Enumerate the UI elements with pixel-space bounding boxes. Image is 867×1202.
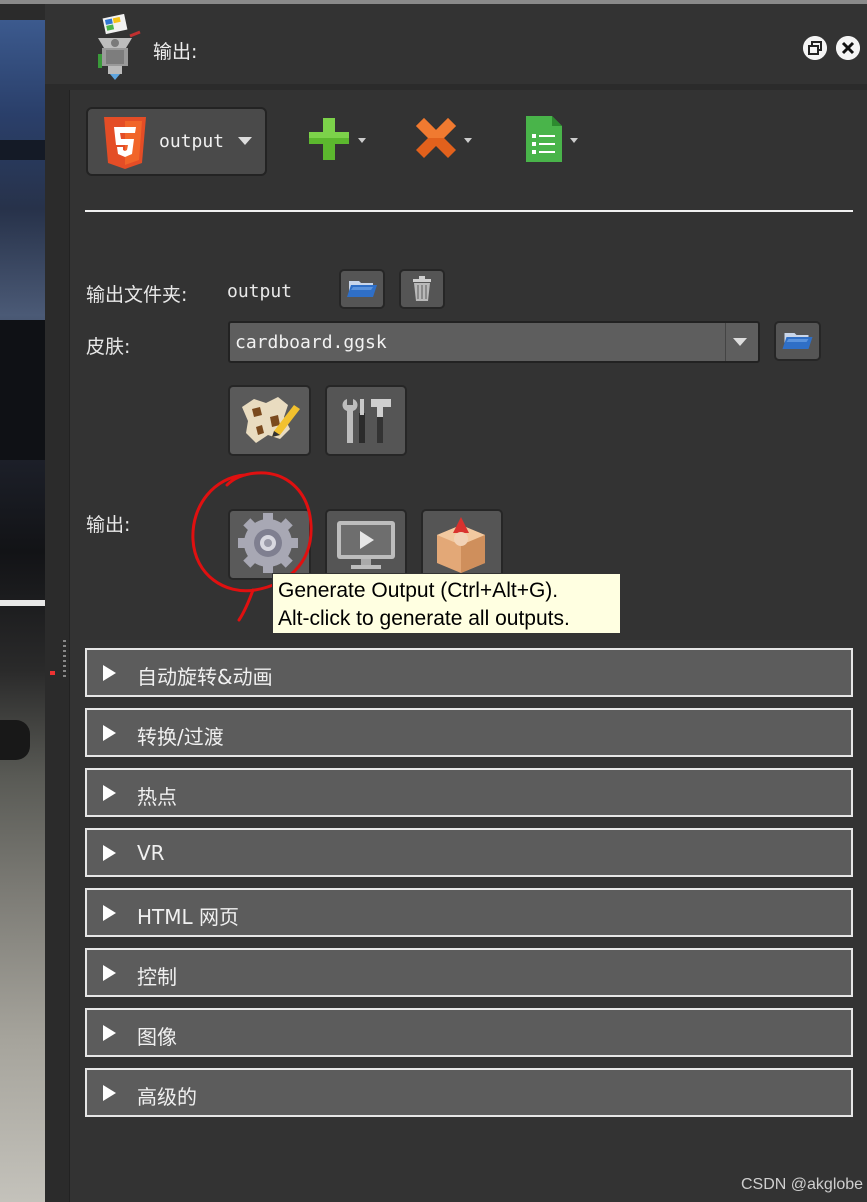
close-window-icon[interactable] bbox=[836, 36, 860, 60]
html5-icon bbox=[104, 117, 146, 169]
section-label: 自动旋转&动画 bbox=[137, 665, 273, 689]
open-skin-editor-button[interactable] bbox=[228, 385, 311, 456]
browse-skin-button[interactable] bbox=[774, 321, 821, 361]
package-box-icon bbox=[437, 517, 485, 573]
section-label: 高级的 bbox=[137, 1085, 197, 1109]
remove-output-button[interactable] bbox=[412, 116, 474, 164]
output-format-label: output bbox=[159, 131, 225, 152]
monitor-play-icon bbox=[337, 521, 395, 569]
output-folder-value: output bbox=[227, 281, 293, 302]
section-hotspots[interactable]: 热点 bbox=[85, 768, 853, 817]
section-controls[interactable]: 控制 bbox=[85, 948, 853, 997]
add-output-button[interactable] bbox=[306, 116, 368, 164]
tooltip-line-1: Generate Output (Ctrl+Alt+G). bbox=[278, 579, 559, 602]
section-vr[interactable]: VR bbox=[85, 828, 853, 877]
toolbar-divider bbox=[85, 210, 853, 212]
folder-open-icon bbox=[782, 333, 813, 349]
splitter-marker bbox=[50, 671, 55, 675]
section-label: 图像 bbox=[137, 1025, 177, 1049]
section-label: 转换/过渡 bbox=[137, 725, 224, 749]
expand-arrow-icon bbox=[103, 965, 116, 981]
output-logo-icon bbox=[98, 14, 141, 80]
tooltip-line-2: Alt-click to generate all outputs. bbox=[278, 607, 570, 630]
expand-arrow-icon bbox=[103, 1025, 116, 1041]
folder-open-icon bbox=[347, 281, 377, 297]
section-advanced[interactable]: 高级的 bbox=[85, 1068, 853, 1117]
section-label: VR bbox=[137, 841, 165, 865]
skin-tools-button[interactable] bbox=[325, 385, 407, 456]
section-label: 热点 bbox=[137, 785, 177, 809]
skin-editor-icon bbox=[242, 397, 300, 443]
panorama-viewport-background bbox=[0, 20, 45, 1202]
chevron-down-icon bbox=[238, 137, 252, 145]
expand-arrow-icon bbox=[103, 905, 116, 921]
skin-label: 皮肤: bbox=[86, 336, 131, 358]
generate-output-tooltip: Generate Output (Ctrl+Alt+G). Alt-click … bbox=[272, 573, 621, 634]
section-label: HTML 网页 bbox=[137, 905, 240, 929]
preview-output-button[interactable] bbox=[325, 509, 407, 580]
section-transition[interactable]: 转换/过渡 bbox=[85, 708, 853, 757]
restore-window-icon[interactable] bbox=[803, 36, 827, 60]
section-html-page[interactable]: HTML 网页 bbox=[85, 888, 853, 937]
output-folder-label: 输出文件夹: bbox=[86, 284, 188, 306]
expand-arrow-icon bbox=[103, 845, 116, 861]
output-label: 输出: bbox=[86, 514, 131, 536]
trash-icon bbox=[413, 276, 431, 301]
package-output-button[interactable] bbox=[421, 509, 503, 580]
section-autorotate-animation[interactable]: 自动旋转&动画 bbox=[85, 648, 853, 697]
watermark: CSDN @akglobe bbox=[741, 1176, 864, 1193]
browse-output-folder-button[interactable] bbox=[339, 269, 385, 309]
tools-icon bbox=[342, 399, 391, 443]
section-images[interactable]: 图像 bbox=[85, 1008, 853, 1057]
chevron-down-icon bbox=[733, 338, 747, 346]
expand-arrow-icon bbox=[103, 665, 116, 681]
expand-arrow-icon bbox=[103, 1085, 116, 1101]
delete-output-folder-button[interactable] bbox=[399, 269, 445, 309]
output-settings-document-button[interactable] bbox=[522, 114, 580, 164]
skin-select-value: cardboard.ggsk bbox=[235, 332, 387, 353]
panel-splitter-handle[interactable] bbox=[63, 640, 66, 678]
section-label: 控制 bbox=[137, 965, 177, 989]
expand-arrow-icon bbox=[103, 785, 116, 801]
panel-title: 输出: bbox=[153, 41, 198, 63]
expand-arrow-icon bbox=[103, 725, 116, 741]
